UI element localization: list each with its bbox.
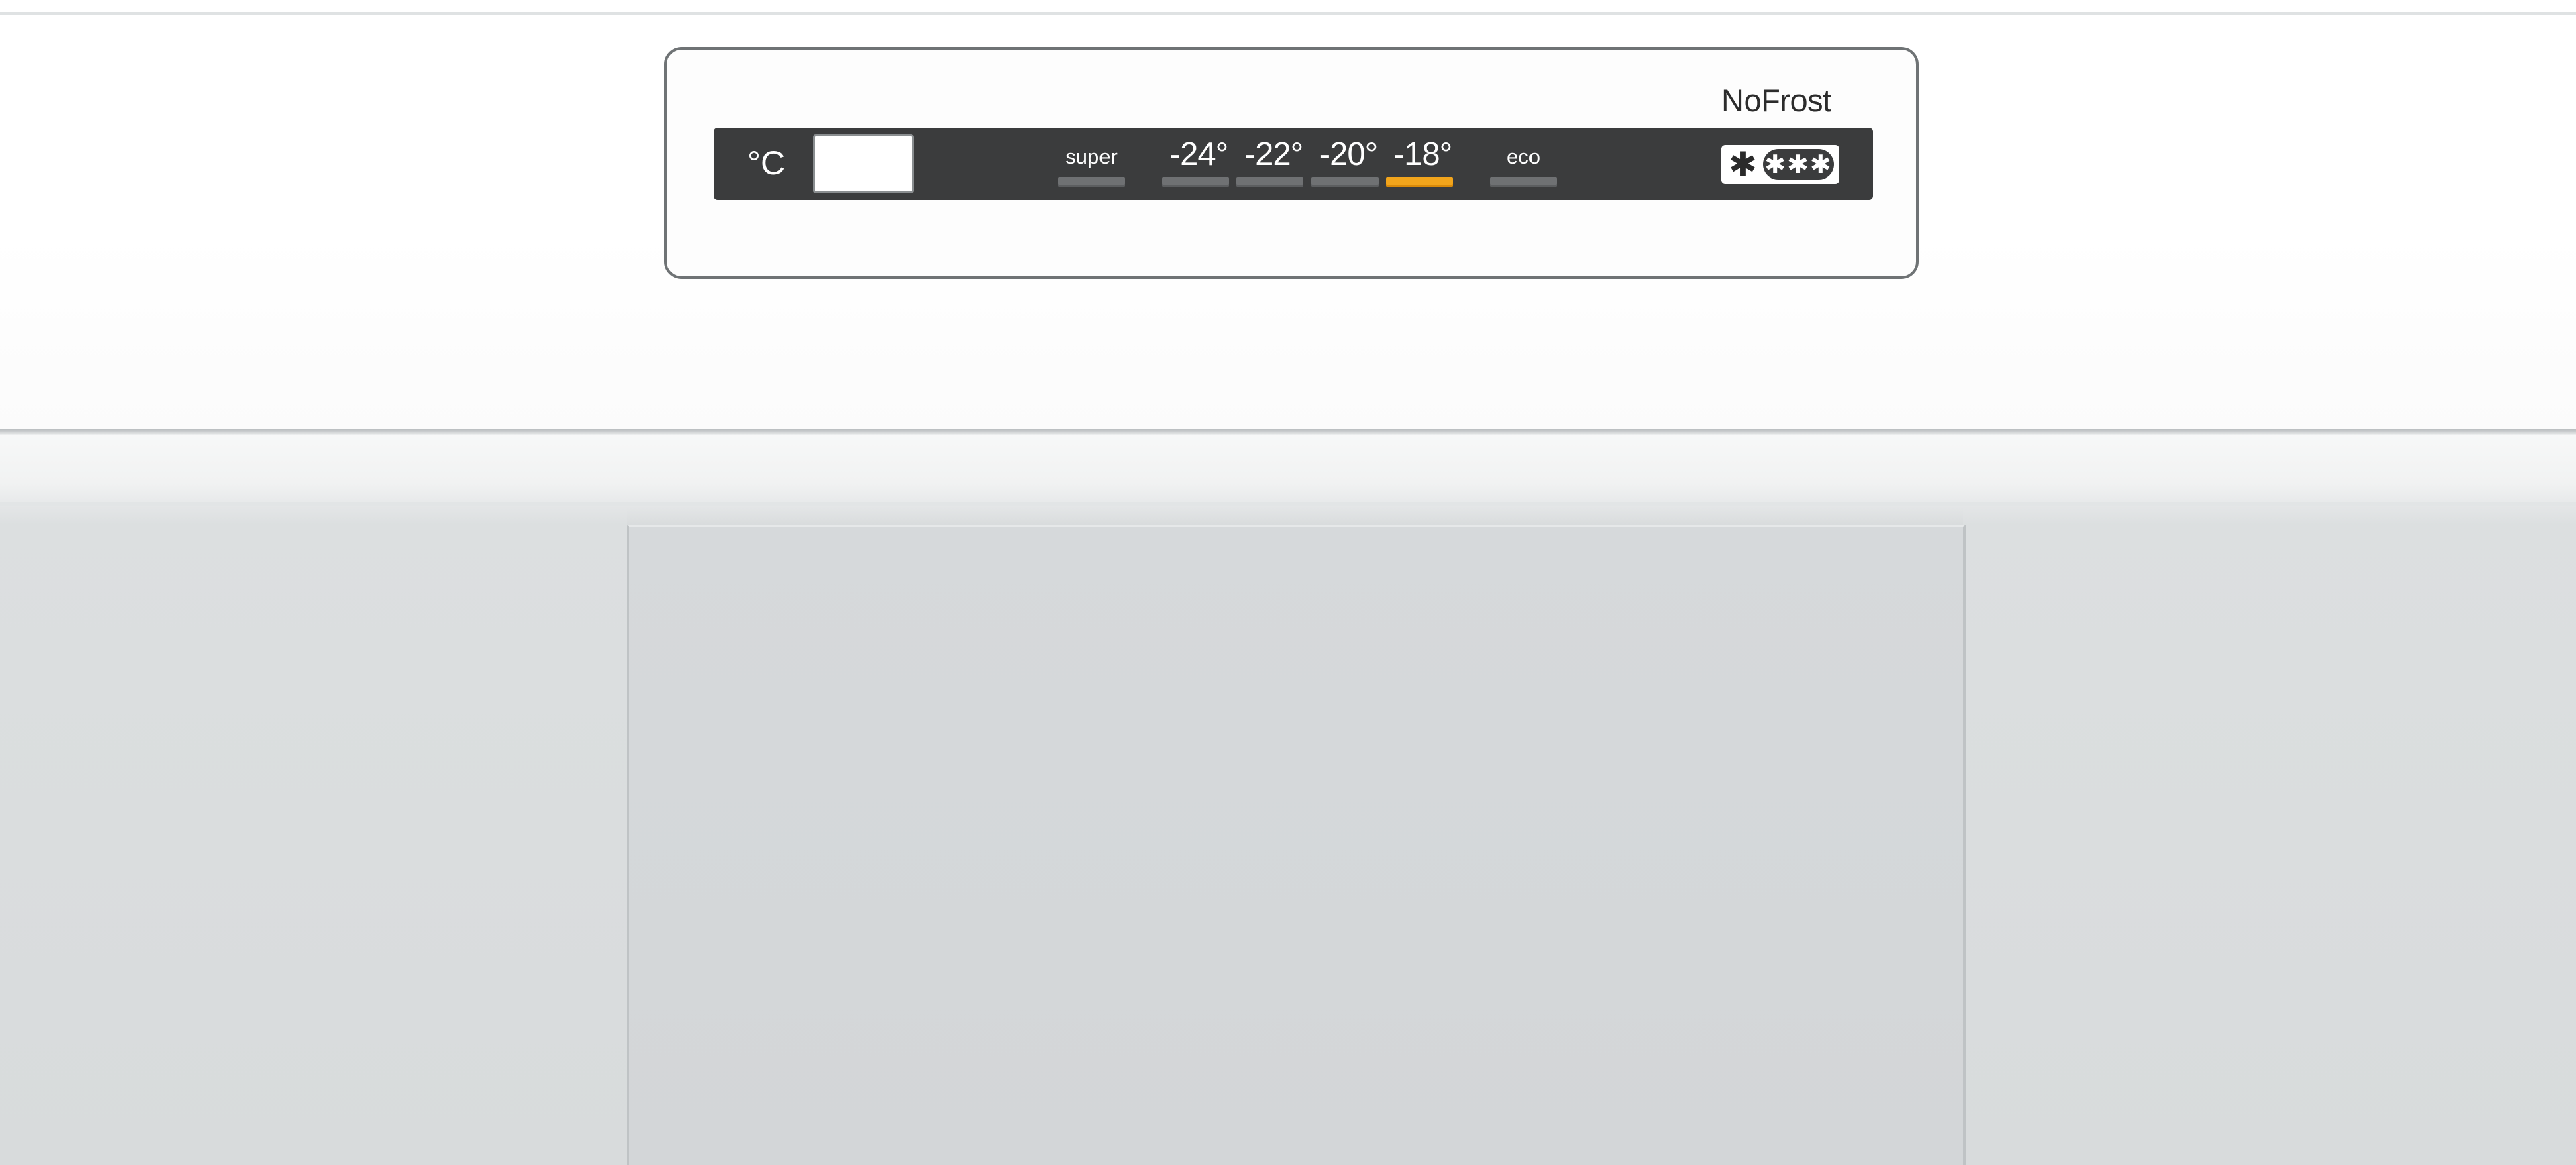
mode-label-minus-22: -22° [1244, 136, 1303, 172]
indicator-super [1058, 177, 1125, 187]
refrigerator-front: NoFrost °C super -24° -22° -20° -18° eco… [0, 0, 2576, 1165]
mode-label-super: super [1065, 145, 1118, 168]
drawer-top-shadow [0, 506, 2576, 525]
three-star-icon: ✱✱✱ [1763, 149, 1834, 180]
drawer-side-right [1963, 506, 2576, 1165]
indicator-eco [1490, 177, 1557, 187]
nofrost-label: NoFrost [1721, 83, 1831, 118]
mode-label-eco: eco [1507, 145, 1540, 168]
drawer-side-left [0, 506, 627, 1165]
mode-label-minus-20: -20° [1319, 136, 1378, 172]
indicator-minus-20 [1311, 177, 1379, 187]
indicator-minus-22 [1236, 177, 1303, 187]
mode-label-minus-24: -24° [1169, 136, 1228, 172]
door-bottom-edge [0, 429, 2576, 435]
star-icon: ✱ [1729, 145, 1757, 184]
drawer-front[interactable] [627, 525, 1966, 1165]
door-top-edge [0, 12, 2576, 15]
freezer-star-rating: ✱ ✱✱✱ [1721, 145, 1839, 184]
indicator-minus-24 [1162, 177, 1229, 187]
door-lip [0, 435, 2576, 503]
temperature-button[interactable] [813, 134, 914, 193]
indicator-minus-18-active [1386, 177, 1453, 187]
unit-label: °C [747, 144, 786, 182]
mode-label-minus-18: -18° [1393, 136, 1452, 172]
